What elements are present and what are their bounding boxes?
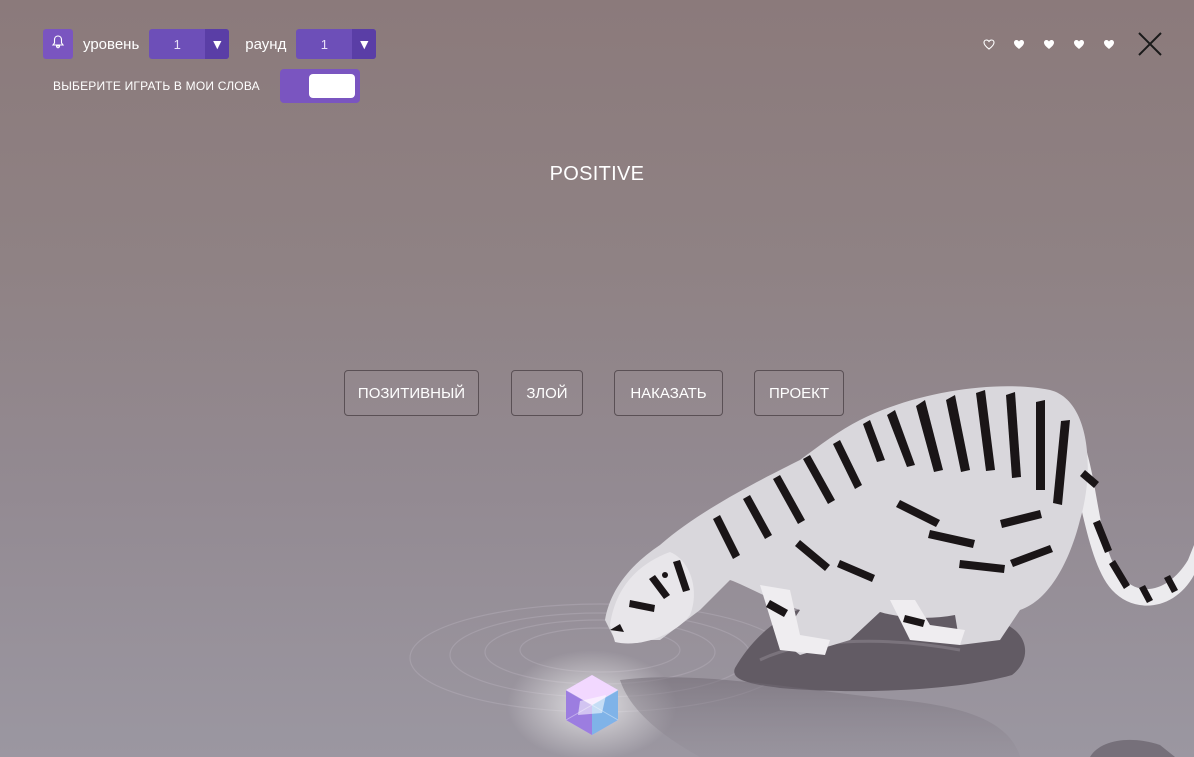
round-value: 1 (320, 36, 328, 52)
sound-button[interactable] (43, 29, 73, 59)
chevron-down-icon[interactable]: ▼ (352, 29, 377, 59)
answer-option-2[interactable]: ЗЛОЙ (511, 370, 583, 416)
heart-icon (981, 36, 997, 52)
heart-icon (1071, 36, 1087, 52)
lives-indicator (981, 36, 1117, 52)
answer-option-1[interactable]: ПОЗИТИВНЫЙ (344, 370, 479, 416)
answer-option-4[interactable]: ПРОЕКТ (754, 370, 844, 416)
tiger (605, 386, 1194, 655)
my-words-toggle[interactable] (279, 69, 360, 103)
round-label: раунд (245, 35, 287, 53)
my-words-row: ВЫБЕРИТЕ ИГРАТЬ В МОИ СЛОВА (53, 69, 360, 103)
level-value: 1 (173, 36, 181, 52)
bell-icon (51, 34, 65, 54)
tiger-illustration (409, 386, 1194, 757)
heart-icon (1041, 36, 1057, 52)
chevron-down-icon[interactable]: ▼ (205, 29, 230, 59)
level-label: уровень (83, 35, 140, 53)
close-button[interactable] (1137, 31, 1163, 57)
level-select[interactable]: 1 ▼ (149, 29, 230, 59)
answer-option-3[interactable]: НАКАЗАТЬ (614, 370, 723, 416)
close-icon (1137, 32, 1163, 61)
heart-icon (1011, 36, 1027, 52)
game-screen: уровень 1 ▼ раунд 1 ▼ ВЫБЕРИТЕ ИГРАТЬ В … (0, 0, 1194, 757)
question-word: POSITIVE (549, 163, 645, 185)
heart-icon (1101, 36, 1117, 52)
toggle-knob (308, 74, 355, 98)
my-words-label: ВЫБЕРИТЕ ИГРАТЬ В МОИ СЛОВА (53, 79, 260, 93)
round-select[interactable]: 1 ▼ (296, 29, 377, 59)
top-controls: уровень 1 ▼ раунд 1 ▼ (43, 29, 392, 59)
